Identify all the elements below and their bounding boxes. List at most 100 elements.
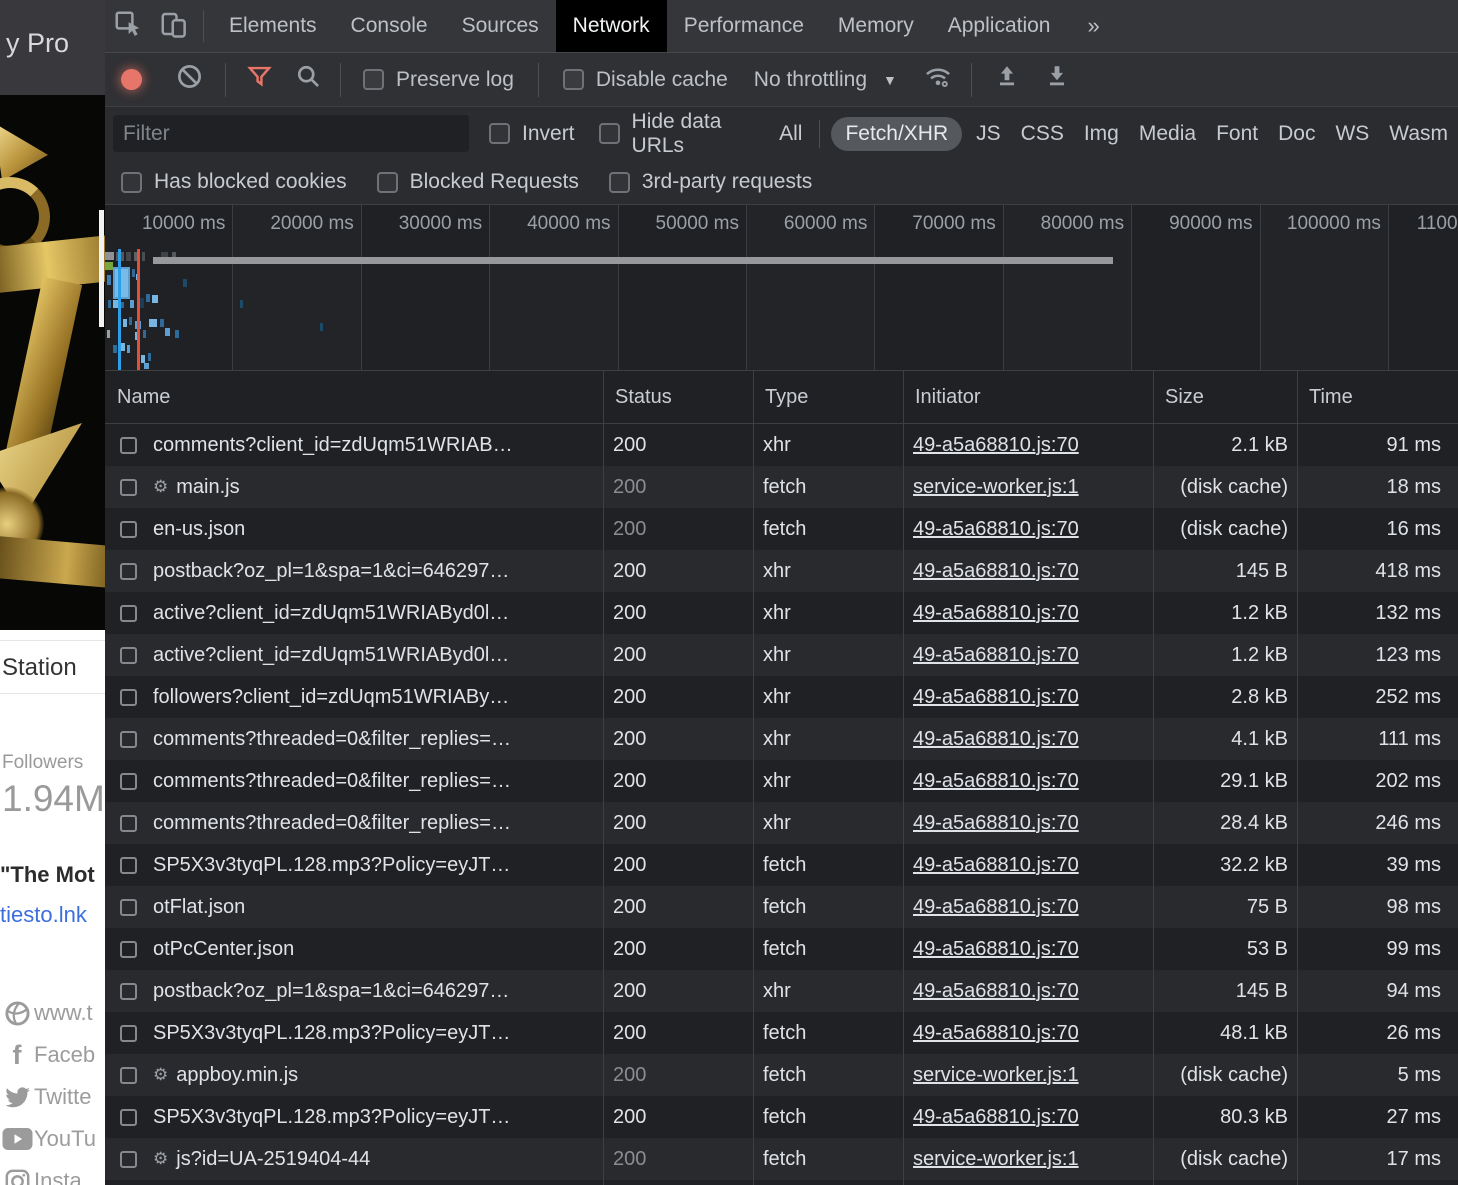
3rd-party-requests-checkbox[interactable] [609,172,630,193]
initiator-link[interactable]: 49-a5a68810.js:70 [913,560,1079,582]
social-link-globe[interactable]: www.t [0,992,105,1034]
import-har-button[interactable] [994,63,1020,96]
throttling-select[interactable]: No throttling [754,68,867,92]
table-row[interactable]: otFlat.json200fetch49-a5a68810.js:7075 B… [105,886,1458,928]
table-row[interactable]: SP5X3v3tyqPL.128.mp3?Policy=eyJT…200fetc… [105,1096,1458,1138]
network-conditions-button[interactable] [923,63,953,97]
row-checkbox[interactable] [120,1151,137,1168]
tab-performance[interactable]: Performance [667,0,821,52]
table-row[interactable]: comments?threaded=0&filter_replies=…200x… [105,718,1458,760]
initiator-link[interactable]: 49-a5a68810.js:70 [913,602,1079,624]
row-checkbox[interactable] [120,773,137,790]
filter-type-media[interactable]: Media [1129,117,1206,151]
invert-checkbox[interactable] [489,123,510,144]
name-cell[interactable]: en-us.json [105,518,603,541]
tab-memory[interactable]: Memory [821,0,931,52]
row-checkbox[interactable] [120,857,137,874]
table-row[interactable]: comments?threaded=0&filter_replies=…200x… [105,760,1458,802]
name-cell[interactable]: otPcCenter.json [105,938,603,961]
tab-network[interactable]: Network [556,0,667,52]
table-row[interactable]: comments?client_id=zdUqm51WRIAB…200xhr49… [105,424,1458,466]
row-checkbox[interactable] [120,563,137,580]
row-checkbox[interactable] [120,1025,137,1042]
inspect-element-button[interactable] [105,0,151,52]
filter-input[interactable] [113,115,469,152]
name-cell[interactable]: postback?oz_pl=1&spa=1&ci=646297… [105,980,603,1003]
initiator-link[interactable]: service-worker.js:1 [913,1148,1079,1170]
filter-type-font[interactable]: Font [1206,117,1268,151]
name-cell[interactable]: comments?client_id=zdUqm51WRIAB… [105,434,603,457]
column-divider[interactable] [753,371,754,1185]
tab-sources[interactable]: Sources [445,0,556,52]
column-header-status[interactable]: Status [603,386,753,409]
initiator-link[interactable]: service-worker.js:1 [913,1064,1079,1086]
initiator-link[interactable]: 49-a5a68810.js:70 [913,812,1079,834]
name-cell[interactable]: postback?oz_pl=1&spa=1&ci=646297… [105,560,603,583]
social-link-twitter[interactable]: Twitte [0,1076,105,1118]
table-row[interactable]: postback?oz_pl=1&spa=1&ci=646297…200xhr4… [105,970,1458,1012]
row-checkbox[interactable] [120,521,137,538]
column-divider[interactable] [1297,371,1298,1185]
column-divider[interactable] [1153,371,1154,1185]
name-cell[interactable]: SP5X3v3tyqPL.128.mp3?Policy=eyJT… [105,1106,603,1129]
table-row[interactable]: ⚙appboy.min.js200fetchservice-worker.js:… [105,1054,1458,1096]
table-row[interactable]: ⚙main.js200fetchservice-worker.js:1(disk… [105,466,1458,508]
initiator-link[interactable]: 49-a5a68810.js:70 [913,644,1079,666]
clear-button[interactable] [176,63,203,96]
row-checkbox[interactable] [120,605,137,622]
initiator-link[interactable]: 49-a5a68810.js:70 [913,434,1079,456]
row-checkbox[interactable] [120,899,137,916]
row-checkbox[interactable] [120,479,137,496]
network-overview-timeline[interactable]: 10000 ms20000 ms30000 ms40000 ms50000 ms… [105,205,1458,370]
name-cell[interactable]: otFlat.json [105,896,603,919]
name-cell[interactable]: ⚙js?id=UA-2519404-44 [105,1148,603,1171]
initiator-link[interactable]: 49-a5a68810.js:70 [913,770,1079,792]
track-link[interactable]: tiesto.lnk [0,902,87,928]
column-header-time[interactable]: Time [1297,386,1458,409]
table-row[interactable]: SP5X3v3tyqPL.128.mp3?Policy=eyJT…200fetc… [105,844,1458,886]
filter-type-doc[interactable]: Doc [1268,117,1325,151]
column-divider[interactable] [903,371,904,1185]
column-header-name[interactable]: Name [105,386,603,409]
row-checkbox[interactable] [120,689,137,706]
disable-cache-checkbox[interactable] [563,69,584,90]
initiator-link[interactable]: 49-a5a68810.js:70 [913,854,1079,876]
chevron-down-icon[interactable]: ▼ [883,72,897,88]
initiator-link[interactable]: 49-a5a68810.js:70 [913,938,1079,960]
initiator-link[interactable]: 49-a5a68810.js:70 [913,980,1079,1002]
name-cell[interactable]: active?client_id=zdUqm51WRIAByd0l… [105,602,603,625]
table-row[interactable]: en-us.json200fetch49-a5a68810.js:70(disk… [105,508,1458,550]
filter-type-img[interactable]: Img [1074,117,1129,151]
search-button[interactable] [295,63,322,96]
table-row[interactable]: active?client_id=zdUqm51WRIAByd0l…200xhr… [105,592,1458,634]
social-link-instagram[interactable]: Insta [0,1160,105,1185]
filter-type-all[interactable]: All [769,117,812,151]
row-checkbox[interactable] [120,815,137,832]
row-checkbox[interactable] [120,647,137,664]
filter-type-ws[interactable]: WS [1325,117,1379,151]
column-divider[interactable] [603,371,604,1185]
station-button[interactable]: Station [0,640,105,694]
table-row[interactable]: comments?threaded=0&filter_replies=…200x… [105,802,1458,844]
filter-toggle-button[interactable] [246,63,273,96]
tab-application[interactable]: Application [931,0,1068,52]
column-header-size[interactable]: Size [1153,386,1297,409]
row-checkbox[interactable] [120,983,137,1000]
table-row[interactable]: otPcCenter.json200fetch49-a5a68810.js:70… [105,928,1458,970]
name-cell[interactable]: active?client_id=zdUqm51WRIAByd0l… [105,644,603,667]
row-checkbox[interactable] [120,731,137,748]
initiator-link[interactable]: 49-a5a68810.js:70 [913,518,1079,540]
row-checkbox[interactable] [120,941,137,958]
name-cell[interactable]: comments?threaded=0&filter_replies=… [105,728,603,751]
name-cell[interactable]: ⚙appboy.min.js [105,1064,603,1087]
export-har-button[interactable] [1044,63,1070,96]
hide-data-urls-checkbox[interactable] [599,123,620,144]
row-checkbox[interactable] [120,1067,137,1084]
social-link-youtube[interactable]: YouTu [0,1118,105,1160]
social-link-facebook[interactable]: fFaceb [0,1034,105,1076]
initiator-link[interactable]: 49-a5a68810.js:70 [913,1022,1079,1044]
filter-type-css[interactable]: CSS [1011,117,1074,151]
tab-console[interactable]: Console [334,0,445,52]
initiator-link[interactable]: 49-a5a68810.js:70 [913,686,1079,708]
record-button[interactable] [121,69,142,90]
